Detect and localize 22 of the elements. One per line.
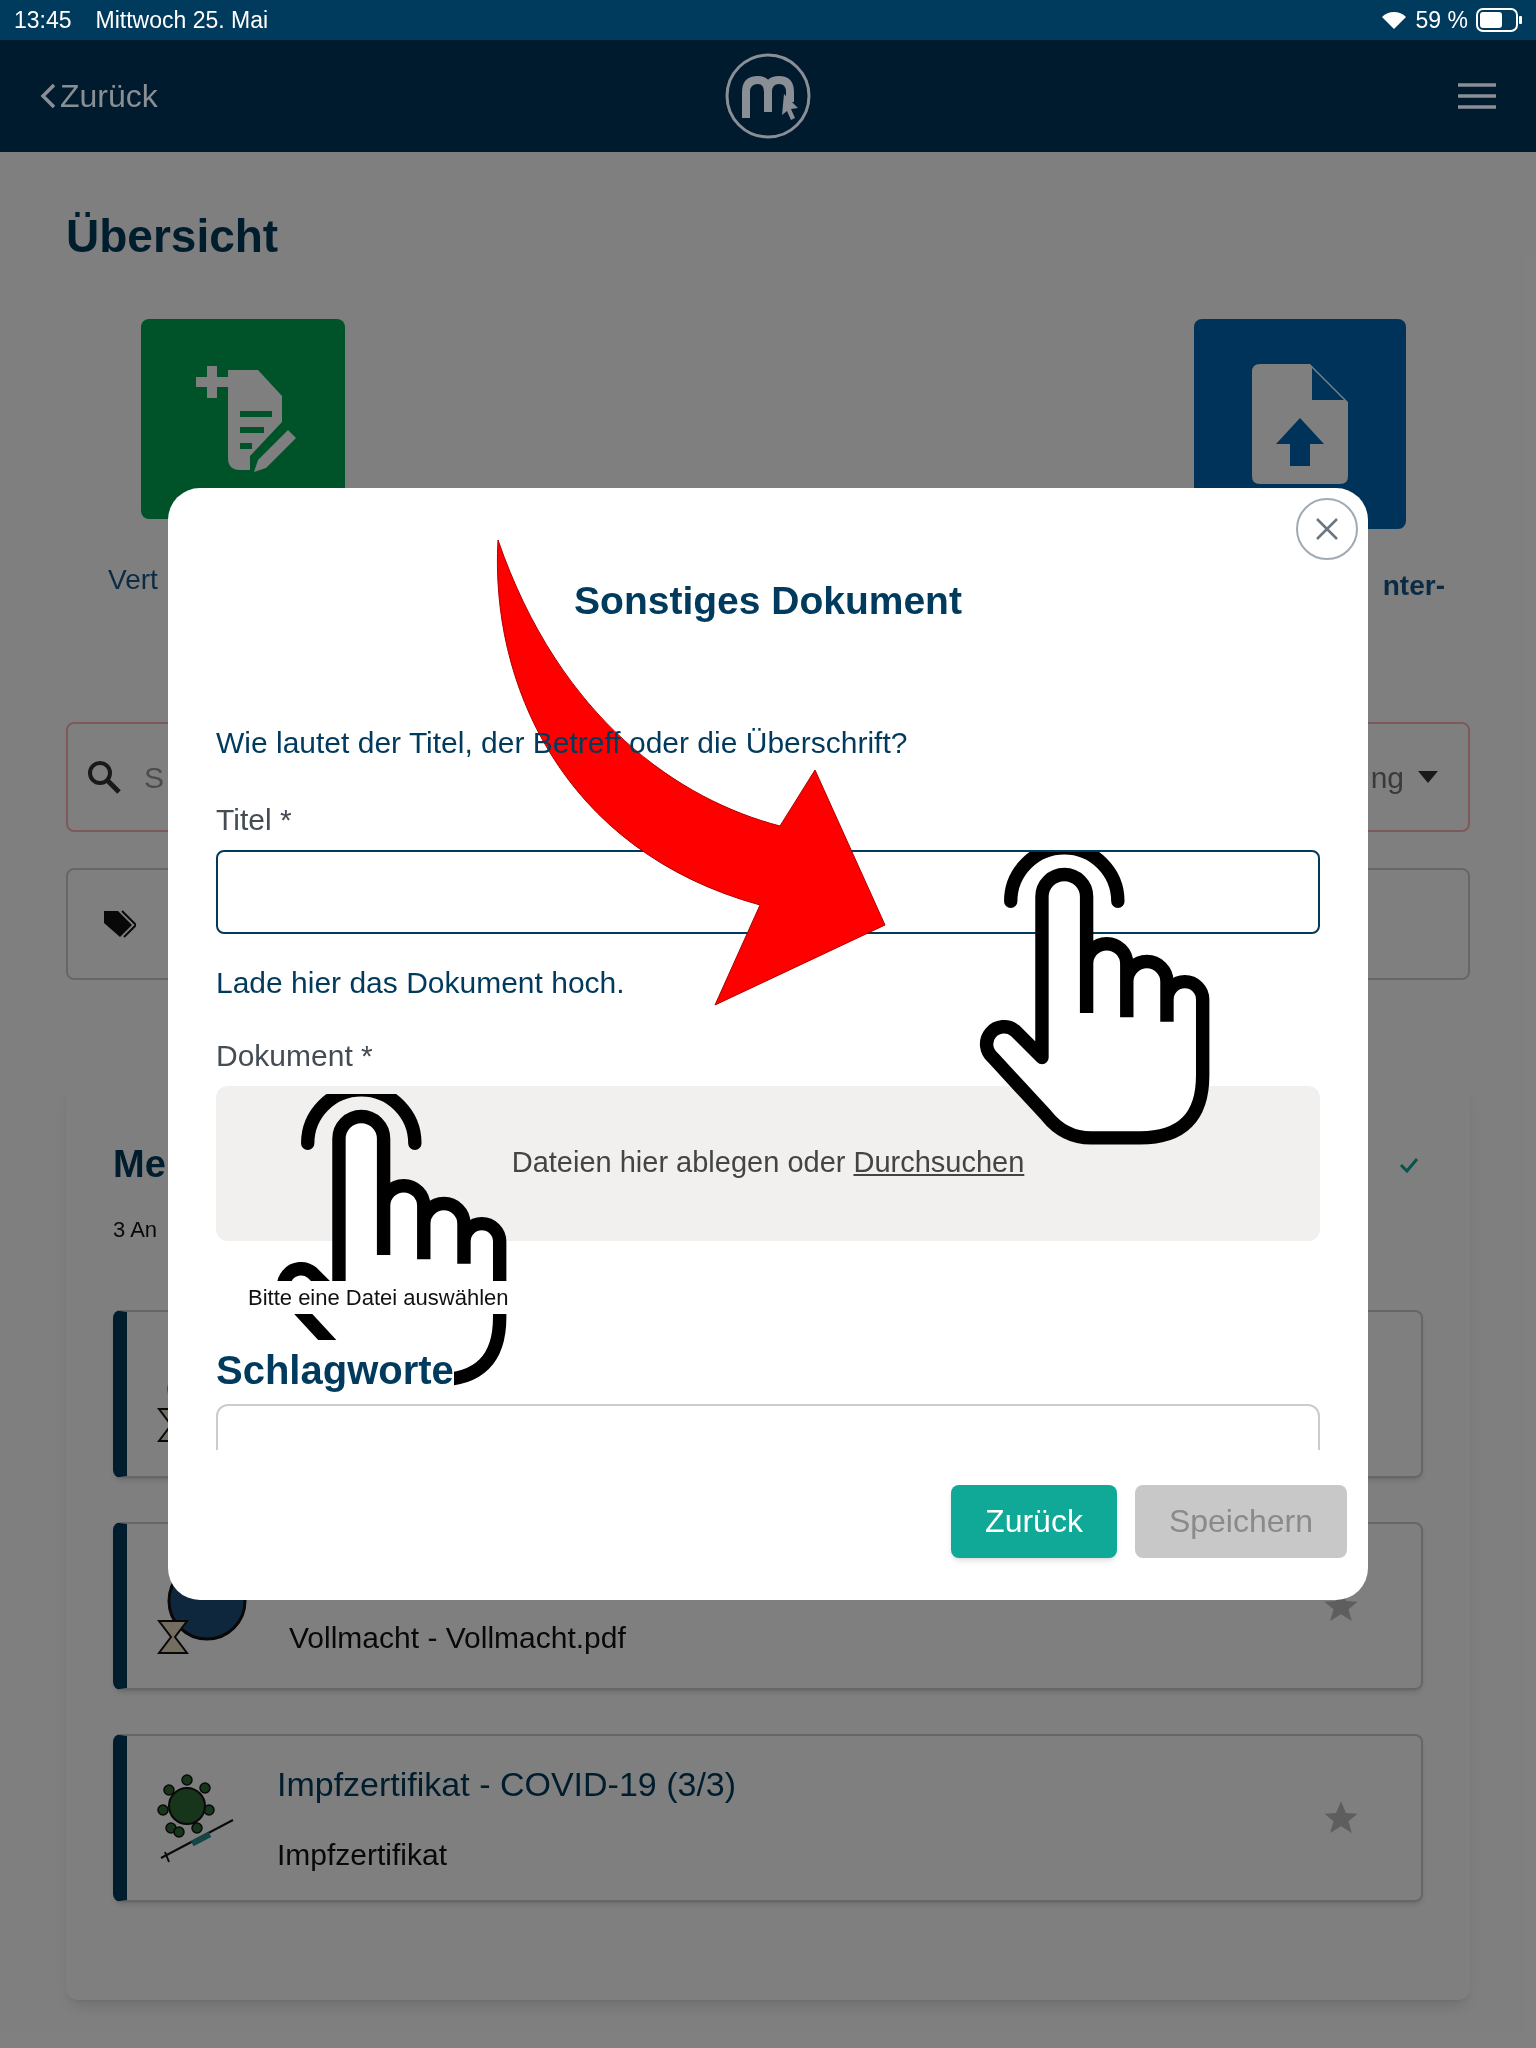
browse-link[interactable]: Durchsuchen — [853, 1141, 1025, 1185]
document-subtitle: Vollmacht - Vollmacht.pdf — [289, 1619, 626, 1656]
back-button[interactable]: Zurück — [40, 72, 158, 120]
page-title: Übersicht — [66, 209, 280, 264]
document-title: Impfzertifikat - COVID-19 (3/3) — [277, 1764, 737, 1805]
document-label: Dokument * — [216, 1037, 374, 1074]
panel-title: Me — [113, 1142, 166, 1187]
battery-percentage: 59 % — [1415, 5, 1468, 35]
back-button[interactable]: Zurück — [951, 1484, 1117, 1558]
tile-label: Vert — [108, 563, 158, 597]
tile-label: nter- — [1382, 569, 1445, 603]
file-error-message: Bitte eine Datei auswählen — [248, 1280, 509, 1314]
panel-subtitle: 3 An — [113, 1216, 158, 1244]
sort-dropdown-value[interactable]: ng — [1370, 754, 1404, 800]
title-label: Titel * — [216, 801, 293, 838]
dialog-title: Sonstiges Dokument — [573, 578, 963, 624]
status-date: Mittwoch 25. Mai — [95, 5, 269, 35]
drop-zone-text: Dateien hier ablegen oder — [511, 1145, 846, 1181]
document-card[interactable]: Impfzertifikat - COVID-19 (3/3) Impfzertifikat — [113, 1734, 1423, 1902]
status-time: 13:45 — [14, 5, 72, 35]
upload-hint: Lade hier das Dokument hoch. — [216, 964, 626, 1001]
document-subtitle: Impfzertifikat — [277, 1837, 449, 1873]
